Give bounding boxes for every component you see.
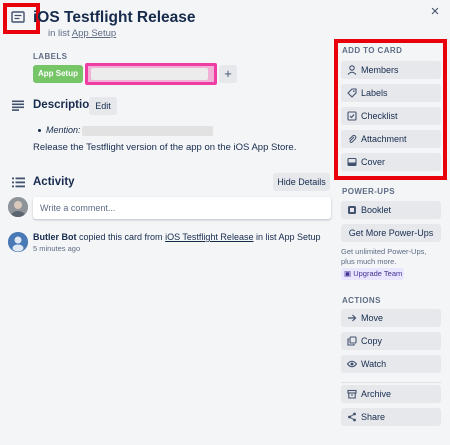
members-button[interactable]: Members: [341, 61, 441, 79]
watch-button[interactable]: Watch: [341, 355, 441, 373]
activity-list: App Setup: [278, 232, 321, 242]
checklist-button[interactable]: Checklist: [341, 107, 441, 125]
archive-label: Archive: [361, 389, 392, 399]
paperclip-icon: [348, 134, 357, 143]
cover-button[interactable]: Cover: [341, 153, 441, 171]
add-label-button[interactable]: +: [219, 65, 237, 83]
activity-heading: Activity: [33, 176, 75, 188]
butler-bot-avatar: [8, 232, 28, 252]
label-chip-app-setup[interactable]: App Setup: [33, 65, 83, 83]
powerups-heading: POWER-UPS: [342, 187, 395, 196]
booklet-button[interactable]: Booklet: [341, 201, 441, 219]
labels-heading: LABELS: [33, 52, 68, 61]
activity-entry: Butler Bot copied this card from iOS Tes…: [33, 232, 321, 242]
list-link[interactable]: App Setup: [72, 28, 116, 39]
booklet-label: Booklet: [361, 205, 392, 215]
cover-icon: [347, 157, 357, 167]
move-label: Move: [361, 313, 384, 323]
members-label: Members: [361, 65, 399, 75]
mention-label: Mention:: [46, 125, 81, 135]
label-chip-highlighted[interactable]: [85, 63, 217, 85]
share-button[interactable]: Share: [341, 408, 441, 426]
arrow-right-icon: [348, 314, 357, 322]
copy-icon: [347, 336, 357, 346]
eye-icon: [347, 360, 357, 368]
upgrade-icon: ▣: [344, 269, 352, 278]
card-icon: [11, 11, 25, 23]
share-icon: [348, 412, 356, 422]
share-label: Share: [361, 412, 386, 422]
labels-label: Labels: [361, 88, 388, 98]
checklist-icon: [347, 111, 357, 121]
activity-icon: [12, 177, 25, 188]
archive-button[interactable]: Archive: [341, 385, 441, 403]
redacted-mention: [82, 126, 213, 136]
person-icon: [347, 65, 357, 75]
redacted-label-text: [91, 68, 208, 80]
upgrade-team-button[interactable]: ▣ Upgrade Team: [341, 268, 404, 280]
card-title[interactable]: iOS Testflight Release: [33, 9, 196, 27]
get-more-powerups-button[interactable]: Get More Power-Ups: [341, 224, 441, 242]
upgrade-label: Upgrade Team: [353, 269, 403, 278]
powerups-note: Get unlimited Power-Ups, plus much more.: [341, 247, 427, 266]
actions-heading: ACTIONS: [342, 296, 381, 305]
move-button[interactable]: Move: [341, 309, 441, 327]
comment-input[interactable]: Write a comment...: [33, 197, 331, 219]
activity-action: copied this card from: [79, 232, 163, 242]
description-text[interactable]: Release the Testflight version of the ap…: [33, 142, 296, 153]
activity-card-link[interactable]: iOS Testflight Release: [165, 232, 253, 242]
attachment-label: Attachment: [361, 134, 407, 144]
bot-icon: [8, 232, 28, 252]
copy-button[interactable]: Copy: [341, 332, 441, 350]
description-heading: Description: [33, 99, 97, 111]
in-list-prefix: in list: [48, 28, 70, 39]
divider: [341, 382, 441, 383]
activity-user[interactable]: Butler Bot: [33, 232, 77, 242]
close-icon[interactable]: ×: [427, 4, 443, 20]
hide-details-button[interactable]: Hide Details: [273, 173, 330, 191]
copy-label: Copy: [361, 336, 383, 346]
edit-description-button[interactable]: Edit: [89, 97, 117, 115]
activity-middle: in list: [255, 232, 277, 242]
cover-label: Cover: [361, 157, 386, 167]
labels-button[interactable]: Labels: [341, 84, 441, 102]
avatar[interactable]: [8, 197, 28, 217]
checklist-label: Checklist: [361, 111, 398, 121]
watch-label: Watch: [361, 359, 387, 369]
attachment-button[interactable]: Attachment: [341, 130, 441, 148]
archive-icon: [347, 389, 357, 399]
user-avatar-icon: [8, 197, 28, 217]
description-icon: [12, 100, 24, 111]
booklet-icon: [348, 206, 356, 214]
activity-timestamp[interactable]: 5 minutes ago: [33, 244, 80, 253]
get-more-powerups-label: Get More Power-Ups: [348, 228, 434, 238]
in-list-text: in list App Setup: [48, 28, 116, 39]
add-to-card-heading: ADD TO CARD: [342, 46, 403, 55]
bullet-dot: [38, 129, 41, 132]
tag-icon: [347, 88, 357, 98]
